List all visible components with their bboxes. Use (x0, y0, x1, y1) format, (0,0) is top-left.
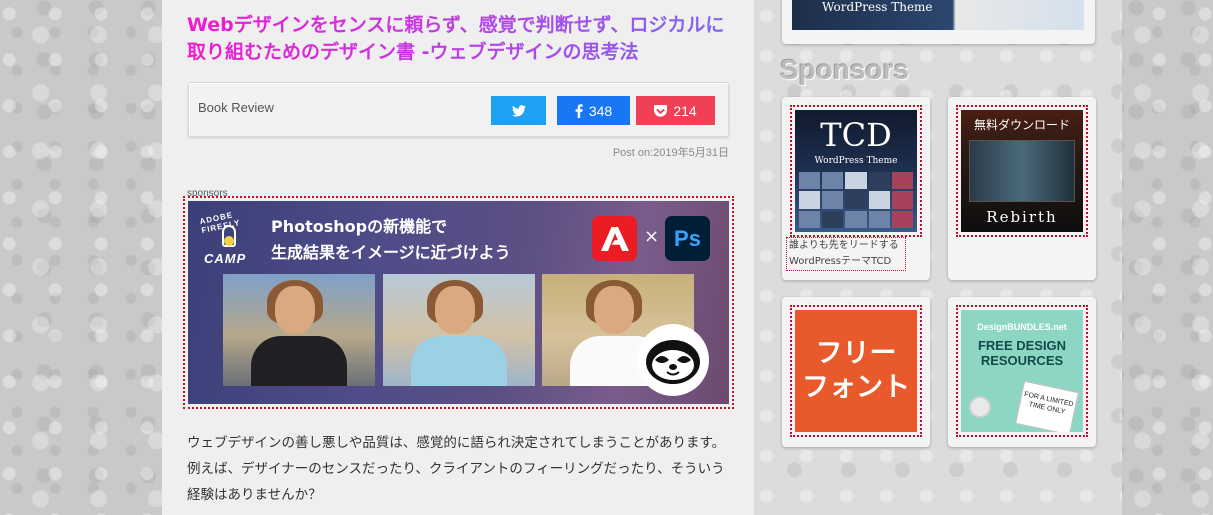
pocket-share-button[interactable]: 214 (636, 96, 715, 125)
wordpress-theme-thumbnail[interactable]: WordPress Theme (792, 0, 1084, 30)
logo-camp-text: CAMP (204, 251, 247, 266)
sponsors-heading: Sponsors (780, 54, 910, 85)
category-link[interactable]: Book Review (198, 100, 274, 115)
freefont-line-1: フリー (815, 338, 897, 369)
tcd-ad[interactable]: TCD WordPress Theme (790, 105, 922, 237)
tcd-screenshot-grid (799, 172, 913, 228)
ad-photo-1 (223, 274, 375, 386)
ad-banner-photoshop[interactable]: ADOBE FIREFLY CAMP Photoshopの新機能で 生成結果をイ… (183, 196, 734, 409)
sponsor-card-rebirth[interactable]: 無料ダウンロード Rebirth (948, 97, 1096, 280)
rebirth-ad[interactable]: 無料ダウンロード Rebirth (956, 105, 1088, 237)
photoshop-icon: Ps (665, 216, 710, 261)
post-body-text: ウェブデザインの善し悪しや品質は、感覚的に語られ決定されてしまうことがあります。… (187, 435, 726, 503)
freefont-ad-image[interactable]: フリー フォント (795, 310, 917, 432)
top-thumb-text: WordPress Theme (822, 0, 933, 14)
designbundles-ad[interactable]: DesignBUNDLES.net FREE DESIGN RESOURCES … (956, 305, 1088, 437)
pocket-icon (654, 104, 668, 117)
adobe-icon (592, 216, 637, 261)
facebook-icon (575, 103, 583, 118)
freefont-line-2: フォント (802, 372, 910, 403)
sponsor-card-designbundles[interactable]: DesignBUNDLES.net FREE DESIGN RESOURCES … (948, 297, 1096, 447)
designbundles-ad-image[interactable]: DesignBUNDLES.net FREE DESIGN RESOURCES … (961, 310, 1083, 432)
tcd-ad-image[interactable]: TCD WordPress Theme (795, 110, 917, 232)
share-bar: Book Review 348 214 (188, 82, 729, 137)
ad-banner-image[interactable]: ADOBE FIREFLY CAMP Photoshopの新機能で 生成結果をイ… (188, 201, 729, 404)
times-symbol: × (644, 226, 660, 247)
firefly-camp-logo: ADOBE FIREFLY CAMP (199, 210, 260, 267)
sponsor-card-freefont[interactable]: フリー フォント (782, 297, 930, 447)
sponsor-card-tcd[interactable]: TCD WordPress Theme 誰よりも先をリードするWordPress… (782, 97, 930, 280)
tcd-title: TCD (820, 116, 892, 154)
ad-headline-line-1: Photoshopの新機能で (271, 217, 448, 236)
designbundles-title-line-2: RESOURCES (980, 353, 1064, 368)
limited-time-note: FOR A LIMITED TIME ONLY (1015, 380, 1079, 432)
facebook-share-button[interactable]: 348 (557, 96, 630, 125)
ad-photo-2 (383, 274, 535, 386)
rebirth-download-text: 無料ダウンロード (973, 118, 1070, 132)
designbundles-title-line-1: FREE DESIGN (977, 338, 1067, 353)
twitter-icon (511, 104, 526, 117)
designbundles-logo: DesignBUNDLES.net (977, 322, 1067, 332)
rebirth-screens-image (969, 140, 1075, 202)
freefont-ad[interactable]: フリー フォント (790, 305, 922, 437)
coffee-cup-icon (969, 396, 991, 418)
ad-headline-line-2: 生成結果をイメージに近づけよう (271, 243, 511, 262)
sloth-mascot-icon (637, 324, 709, 396)
twitter-share-button[interactable] (491, 96, 546, 125)
sidebar-top-card[interactable]: WordPress Theme (782, 0, 1095, 44)
tcd-caption-link[interactable]: 誰よりも先をリードするWordPressテーマTCD (786, 237, 906, 271)
pocket-share-count: 214 (673, 102, 697, 119)
post-date: Post on:2019年5月31日 (612, 147, 729, 159)
facebook-share-count: 348 (588, 102, 613, 119)
designbundles-title: FREE DESIGN RESOURCES (961, 338, 1083, 368)
tcd-subtitle: WordPress Theme (814, 156, 898, 166)
rebirth-wordmark: Rebirth (986, 208, 1058, 226)
bulb-icon (224, 236, 234, 246)
ad-headline: Photoshopの新機能で 生成結果をイメージに近づけよう (271, 214, 511, 266)
post-title[interactable]: Webデザインをセンスに頼らず、感覚で判断せず、ロジカルに取り組むためのデザイン… (187, 12, 732, 66)
rebirth-ad-image[interactable]: 無料ダウンロード Rebirth (961, 110, 1083, 232)
